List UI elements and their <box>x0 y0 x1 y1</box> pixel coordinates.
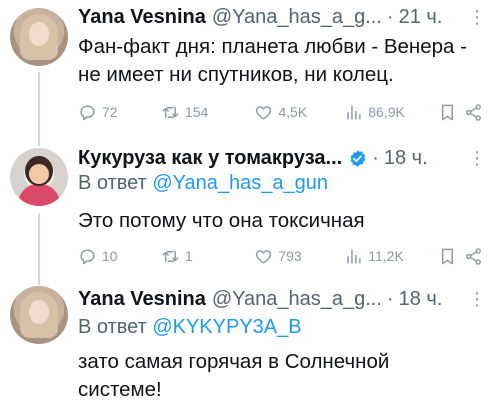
like-icon <box>256 105 272 120</box>
separator-dot: · <box>386 5 394 28</box>
tweet-text: зато самая горячая в Солнечной системе! <box>78 350 390 401</box>
retweet-icon <box>162 250 179 262</box>
views-button[interactable]: 86,9K <box>344 103 437 122</box>
like-button[interactable]: 4,5K <box>254 103 344 122</box>
bookmark-button[interactable] <box>438 247 464 266</box>
author-handle[interactable]: @Yana_has_a_g... <box>212 6 382 29</box>
share-icon <box>465 103 481 121</box>
reply-button[interactable]: 10 <box>78 247 161 266</box>
like-button[interactable]: 793 <box>254 247 344 266</box>
author-name[interactable]: Yana Vesnina <box>78 6 206 29</box>
share-button[interactable] <box>464 103 486 122</box>
author-handle[interactable]: @Yana_has_a_g... <box>212 288 382 311</box>
retweet-icon <box>162 106 179 118</box>
reply-icon <box>80 104 95 120</box>
author-name[interactable]: Кукуруза как у томакруза... <box>78 147 342 170</box>
timestamp[interactable]: 18 ч. <box>399 288 443 311</box>
reply-context: В ответ @KYKYPY3A_B <box>78 316 302 339</box>
retweet-count: 154 <box>184 104 209 120</box>
views-icon <box>347 104 361 120</box>
reply-prefix: В ответ <box>78 316 147 338</box>
more-icon[interactable]: ⋮ <box>468 289 486 310</box>
retweet-count: 1 <box>184 248 193 264</box>
share-button[interactable] <box>464 247 486 266</box>
timestamp[interactable]: 21 ч. <box>399 6 443 29</box>
reply-context: В ответ @Yana_has_a_gun <box>78 172 328 195</box>
views-count: 86,9K <box>368 104 405 120</box>
like-count: 4,5K <box>278 104 308 120</box>
views-icon <box>347 248 361 264</box>
reply-count: 72 <box>102 104 118 120</box>
timestamp[interactable]: 18 ч. <box>384 147 428 170</box>
tweet-text: Фан-факт дня: планета любви - Венера - н… <box>78 35 467 86</box>
reply-mention-link[interactable]: @KYKYPY3A_B <box>152 316 301 338</box>
tweet-3[interactable]: Yana Vesnina @Yana_has_a_g... · 18 ч. ⋮ … <box>0 286 500 413</box>
more-icon[interactable]: ⋮ <box>468 7 486 28</box>
retweet-button[interactable]: 154 <box>161 103 254 122</box>
avatar[interactable] <box>10 148 68 206</box>
verified-badge-icon <box>348 149 367 168</box>
views-button[interactable]: 11,2K <box>344 247 437 266</box>
reply-button[interactable]: 72 <box>78 103 161 122</box>
like-count: 793 <box>278 248 302 264</box>
separator-dot: · <box>372 146 379 169</box>
share-icon <box>465 247 481 265</box>
bookmark-icon <box>441 248 453 264</box>
reply-icon <box>80 248 95 264</box>
bookmark-icon <box>441 104 453 120</box>
views-count: 11,2K <box>368 248 404 264</box>
separator-dot: · <box>386 287 394 310</box>
reply-mention-link[interactable]: @Yana_has_a_gun <box>152 172 328 194</box>
author-name[interactable]: Yana Vesnina <box>78 288 206 311</box>
more-icon[interactable]: ⋮ <box>468 148 486 169</box>
avatar[interactable] <box>10 8 68 66</box>
tweet-1[interactable]: Yana Vesnina @Yana_has_a_g... · 21 ч. ⋮ … <box>0 0 500 146</box>
like-icon <box>256 249 272 264</box>
bookmark-button[interactable] <box>438 103 464 122</box>
tweet-text: Это потому что она токсичная <box>78 209 365 232</box>
avatar[interactable] <box>10 286 68 344</box>
retweet-button[interactable]: 1 <box>161 247 254 266</box>
reply-prefix: В ответ <box>78 172 147 194</box>
reply-count: 10 <box>102 248 118 264</box>
tweet-2[interactable]: Кукуруза как у томакруза... · 18 ч. ⋮ В … <box>0 146 500 286</box>
